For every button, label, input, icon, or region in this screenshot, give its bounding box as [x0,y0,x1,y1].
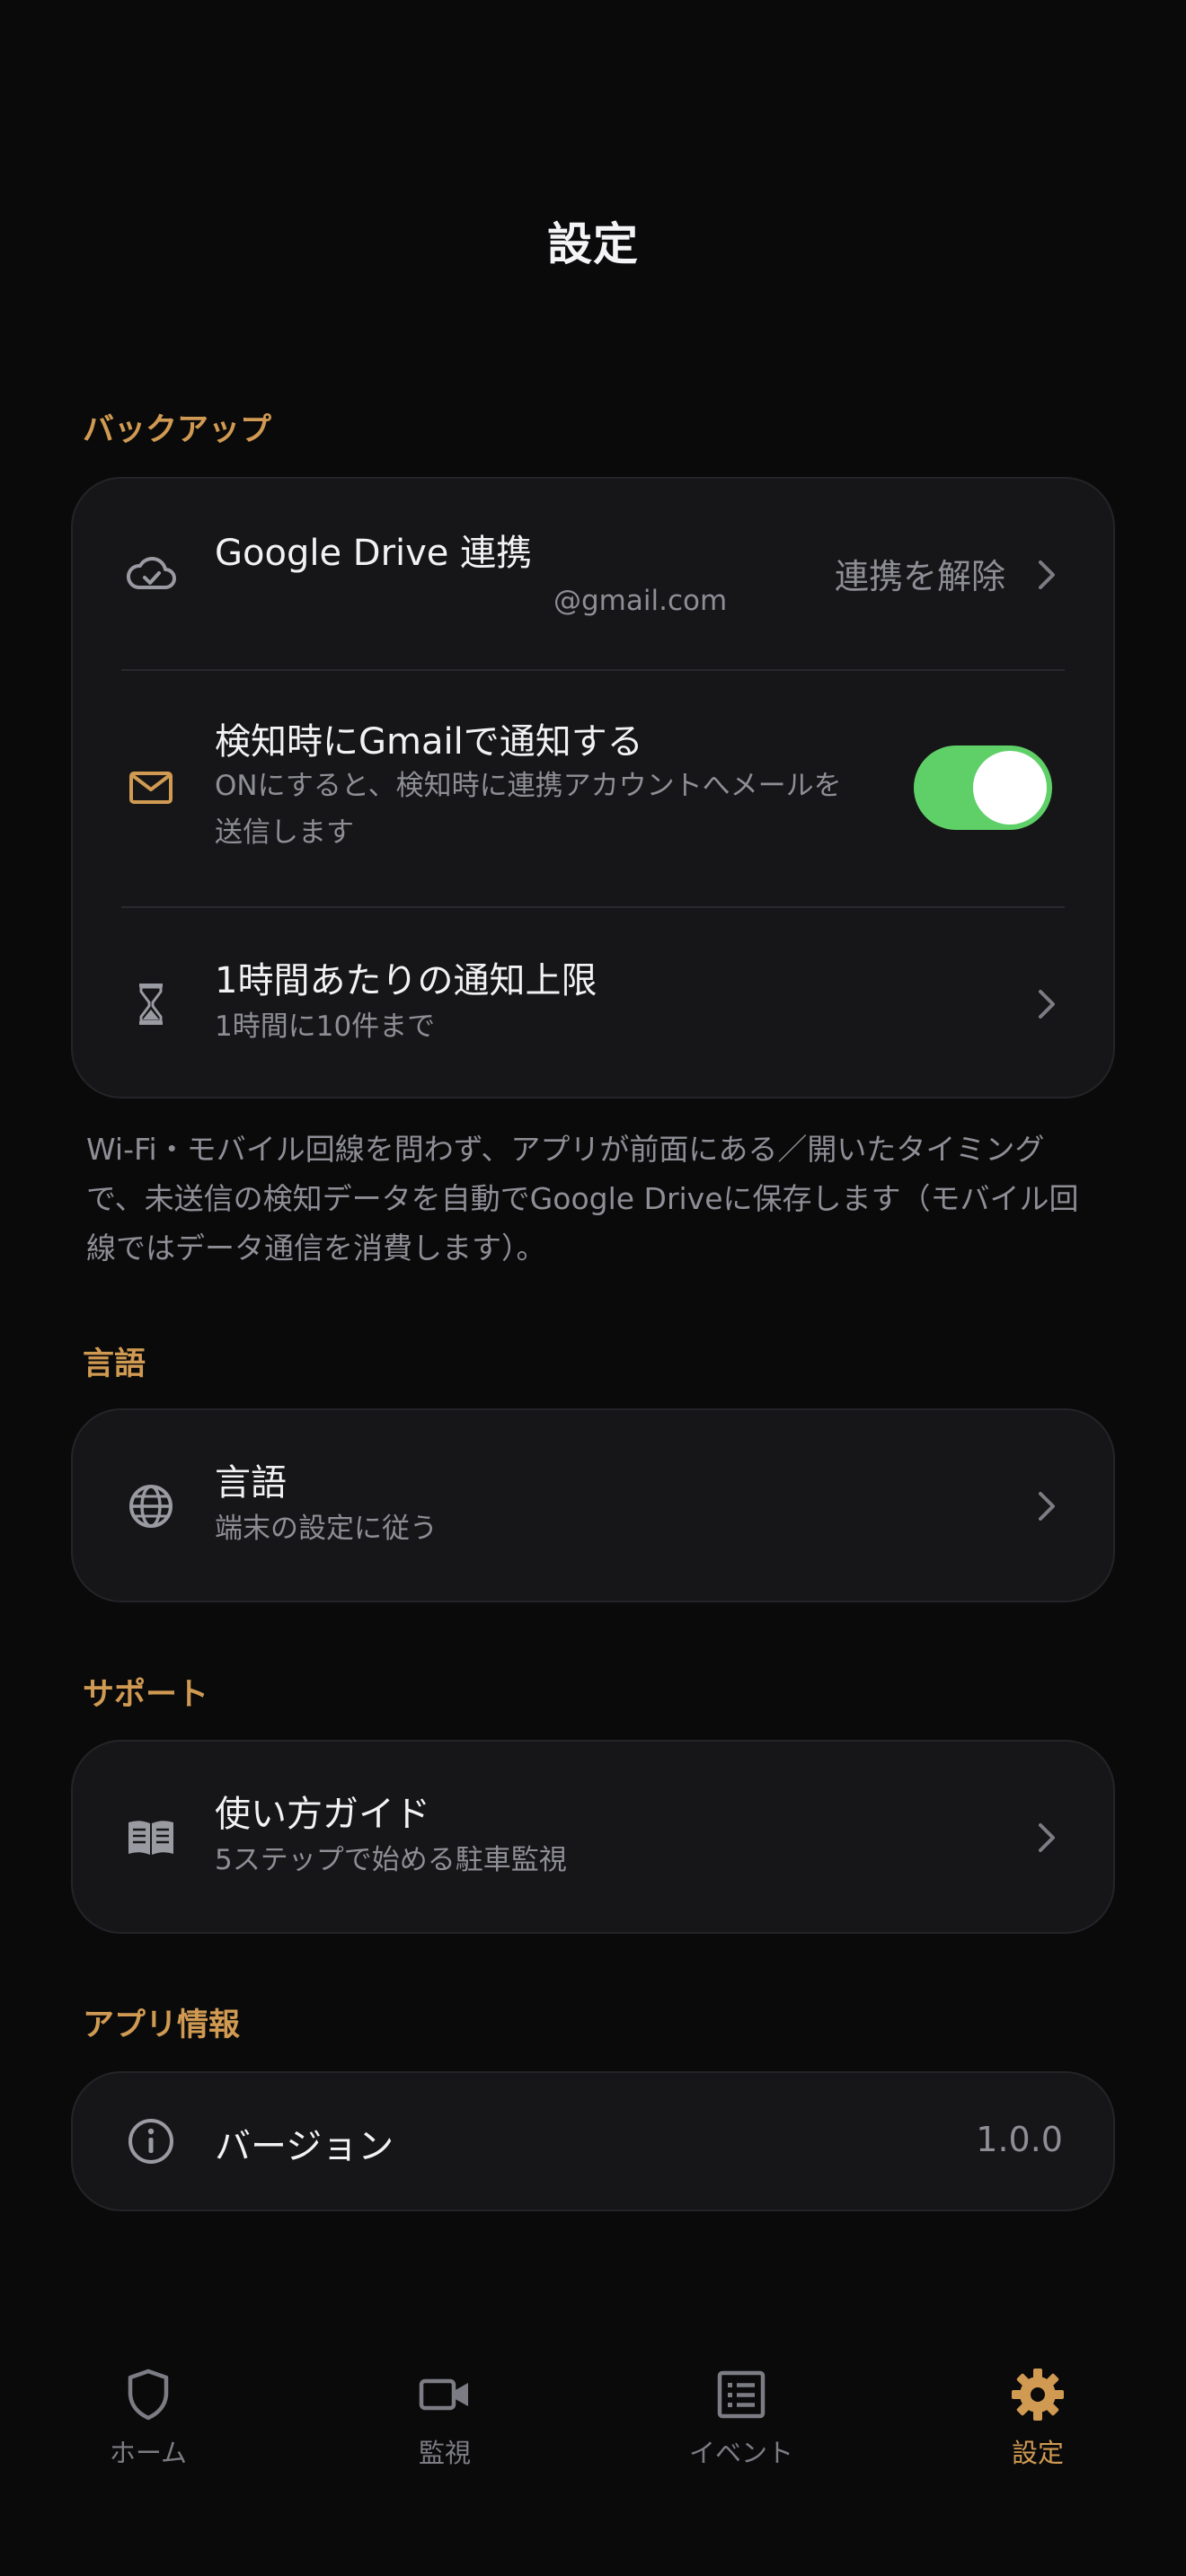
globe-icon [119,1475,182,1538]
version-row: バージョン 1.0.0 [73,2073,1113,2210]
language-value: 端末の設定に従う [215,1513,438,1545]
tab-monitor-label: 監視 [418,2438,471,2468]
language-title: 言語 [215,1462,287,1504]
notify-limit-value: 1時間に10件まで [215,1010,436,1043]
version-title: バージョン [215,2126,394,2167]
hourglass-icon [119,973,182,1036]
support-card: 使い方ガイド 5ステップで始める駐車監視 [71,1740,1115,1934]
backup-footnote-line2: で、未送信の検知データを自動でGoogle Driveに保存します（モバイル回 [86,1181,1079,1216]
section-title-app-info: アプリ情報 [83,2007,241,2043]
gear-icon [1009,2366,1067,2423]
section-title-support: サポート [83,1677,209,1713]
disconnect-link[interactable]: 連携を解除 [835,549,1005,598]
notify-limit-row[interactable]: 1時間あたりの通知上限 1時間に10件まで [73,908,1113,1098]
tab-monitor[interactable]: 監視 [337,2326,553,2470]
tab-events-label: イベント [688,2438,793,2468]
chevron-right-icon [1039,990,1055,1019]
backup-card: Google Drive 連携 @gmail.com 連携を解除 検知時にGma… [71,477,1115,1098]
mail-icon [119,756,182,819]
gmail-notify-toggle[interactable] [914,745,1052,830]
chevron-right-icon [1039,560,1055,589]
tab-bar: ホーム 監視 イベント 設定 [0,2326,1186,2506]
gmail-notify-row: 検知時にGmailで通知する ONにすると、検知時に連携アカウントへメールを 送… [73,671,1113,906]
tab-home[interactable]: ホーム [40,2326,256,2470]
backup-footnote: Wi-Fi・モバイル回線を問わず、アプリが前面にある／開いたタイミング で、未送… [86,1125,1111,1273]
toggle-knob [973,751,1047,825]
google-drive-title: Google Drive 連携 [215,533,533,574]
cloud-check-icon [119,543,182,606]
guide-row[interactable]: 使い方ガイド 5ステップで始める駐車監視 [73,1742,1113,1932]
gmail-notify-title: 検知時にGmailで通知する [215,721,643,763]
app-info-card: バージョン 1.0.0 [71,2071,1115,2211]
backup-footnote-line1: Wi-Fi・モバイル回線を問わず、アプリが前面にある／開いたタイミング [86,1132,1045,1167]
list-icon [712,2366,770,2423]
language-card: 言語 端末の設定に従う [71,1408,1115,1602]
tab-home-label: ホーム [109,2438,188,2468]
version-value: 1.0.0 [976,2120,1063,2159]
section-title-backup: バックアップ [83,412,272,448]
book-icon [119,1806,182,1869]
shield-icon [119,2366,177,2423]
notify-limit-title: 1時間あたりの通知上限 [215,960,597,1001]
chevron-right-icon [1039,1492,1055,1521]
guide-subtitle: 5ステップで始める駐車監視 [215,1844,567,1876]
tab-events[interactable]: イベント [633,2326,849,2470]
google-account-email: @gmail.com [553,585,728,617]
gmail-notify-description-line2: 送信します [215,816,354,849]
backup-footnote-line3: 線ではデータ通信を消費します）。 [86,1231,546,1266]
gmail-notify-description-line1: ONにすると、検知時に連携アカウントへメールを [215,770,842,802]
guide-title: 使い方ガイド [215,1794,430,1835]
video-camera-icon [416,2366,474,2423]
section-title-language: 言語 [83,1346,146,1382]
chevron-right-icon [1039,1823,1055,1852]
info-icon [119,2110,182,2173]
google-drive-row[interactable]: Google Drive 連携 @gmail.com 連携を解除 [73,479,1113,669]
tab-settings[interactable]: 設定 [930,2326,1146,2470]
page-title: 設定 [547,218,639,270]
language-row[interactable]: 言語 端末の設定に従う [73,1410,1113,1601]
tab-settings-label: 設定 [1011,2438,1064,2468]
